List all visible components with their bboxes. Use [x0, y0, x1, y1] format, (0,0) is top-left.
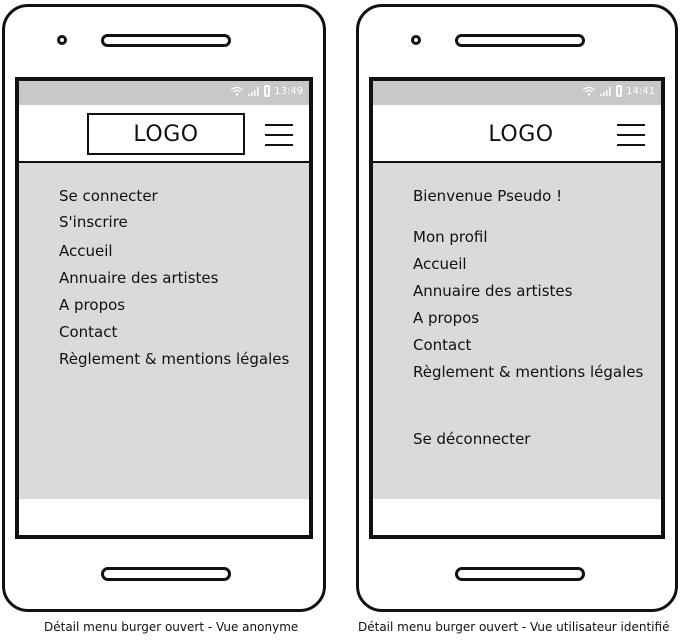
menu-item-contact[interactable]: Contact: [59, 323, 117, 341]
phone-identified: 14:41 LOGO Bienvenue Pseudo ! Mon profil…: [356, 4, 678, 612]
burger-menu-panel: Se connecter S'inscrire Accueil Annuaire…: [19, 163, 309, 501]
screen-footer: [19, 499, 309, 535]
menu-item-profile[interactable]: Mon profil: [413, 228, 488, 246]
caption-identified: Détail menu burger ouvert - Vue utilisat…: [358, 620, 670, 634]
top-bar: LOGO: [373, 105, 661, 163]
menu-item-legal[interactable]: Règlement & mentions légales: [59, 350, 289, 368]
phone-anonymous: 13:49 LOGO Se connecter S'inscrire Accue…: [2, 4, 326, 612]
camera-icon: [411, 35, 421, 45]
battery-icon: [616, 85, 623, 97]
signal-icon: [248, 87, 259, 96]
speaker-icon: [101, 34, 231, 47]
top-bar: LOGO: [19, 105, 309, 163]
menu-item-home[interactable]: Accueil: [59, 242, 113, 260]
menu-item-artists[interactable]: Annuaire des artistes: [59, 269, 218, 287]
menu-item-about[interactable]: A propos: [413, 309, 479, 327]
welcome-message: Bienvenue Pseudo !: [413, 187, 563, 205]
wifi-icon: [230, 86, 244, 96]
burger-menu-icon[interactable]: [265, 124, 293, 146]
camera-icon: [57, 35, 67, 45]
screen-anonymous: 13:49 LOGO Se connecter S'inscrire Accue…: [15, 77, 313, 539]
screen-footer: [373, 499, 661, 535]
menu-item-logout[interactable]: Se déconnecter: [413, 430, 530, 448]
burger-menu-panel: Bienvenue Pseudo ! Mon profil Accueil An…: [373, 163, 661, 501]
logo[interactable]: LOGO: [473, 113, 569, 155]
signal-icon: [600, 87, 611, 96]
status-icons: 14:41: [582, 85, 655, 97]
status-time: 13:49: [274, 85, 303, 97]
speaker-icon: [455, 34, 585, 47]
wifi-icon: [582, 86, 596, 96]
status-bar: 13:49: [19, 81, 309, 105]
status-bar: 14:41: [373, 81, 661, 105]
status-icons: 13:49: [230, 85, 303, 97]
menu-item-about[interactable]: A propos: [59, 296, 125, 314]
menu-item-contact[interactable]: Contact: [413, 336, 471, 354]
menu-item-artists[interactable]: Annuaire des artistes: [413, 282, 572, 300]
screen-identified: 14:41 LOGO Bienvenue Pseudo ! Mon profil…: [369, 77, 665, 539]
home-button-icon[interactable]: [455, 567, 585, 581]
burger-menu-icon[interactable]: [617, 124, 645, 146]
home-button-icon[interactable]: [101, 567, 231, 581]
battery-icon: [264, 85, 271, 97]
caption-anonymous: Détail menu burger ouvert - Vue anonyme: [44, 620, 299, 634]
logo[interactable]: LOGO: [87, 113, 245, 155]
menu-item-home[interactable]: Accueil: [413, 255, 467, 273]
menu-item-login[interactable]: Se connecter: [59, 187, 158, 205]
menu-item-signup[interactable]: S'inscrire: [59, 213, 128, 231]
status-time: 14:41: [626, 85, 655, 97]
menu-item-legal[interactable]: Règlement & mentions légales: [413, 363, 643, 381]
